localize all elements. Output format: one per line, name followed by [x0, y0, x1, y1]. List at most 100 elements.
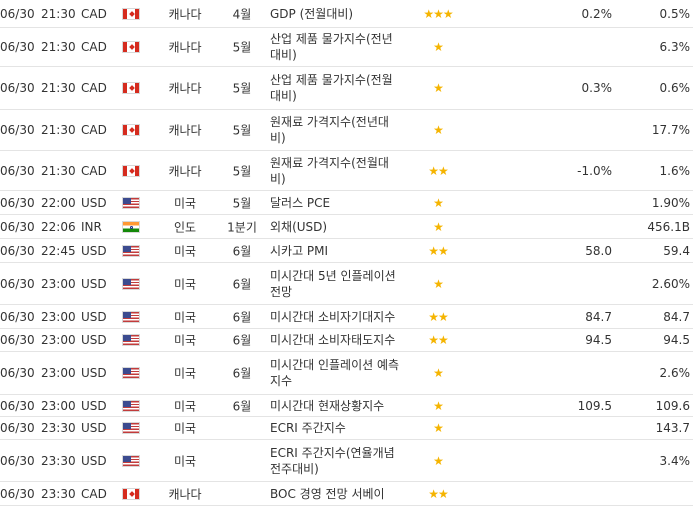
period-cell: 6월: [232, 244, 252, 258]
table-row[interactable]: 06/30 23:00 USD 미국 6월 미시간대 5년 인플레이션 전망 ★ 2.60%: [0, 263, 693, 305]
actual-value-cell: 6.3%: [659, 40, 691, 54]
date-cell: 06/30: [0, 123, 35, 137]
importance-stars: ★★: [428, 486, 449, 501]
date-cell: 06/30: [0, 243, 35, 258]
event-name-cell[interactable]: ECRI 주간지수(연율개념 전주대비): [270, 445, 402, 477]
table-row[interactable]: 06/30 21:30 CAD 캐나다 5월 원재료 가격지수(전년대비) ★ 17.7%: [0, 110, 693, 151]
importance-stars: ★★★: [423, 6, 453, 21]
previous-value-cell: 58.0: [585, 243, 612, 258]
flag-us-icon: [122, 454, 140, 467]
importance-stars: ★: [433, 81, 444, 95]
importance-stars: ★: [433, 453, 444, 468]
currency-cell: INR: [81, 219, 102, 234]
country-cell: 미국: [173, 333, 197, 348]
event-name-cell[interactable]: BOC 경영 전망 서베이: [270, 486, 402, 502]
flag-ca-icon: [122, 7, 140, 20]
importance-stars: ★: [433, 195, 444, 210]
event-name-cell[interactable]: 원재료 가격지수(전월대비): [270, 155, 402, 187]
country-cell: 캐나다: [168, 164, 202, 178]
actual-value-cell: 0.5%: [659, 6, 691, 21]
country-cell: 미국: [173, 196, 197, 210]
importance-stars: ★★: [428, 309, 449, 324]
time-cell: 23:00: [41, 333, 76, 347]
actual-value-cell: 2.60%: [651, 276, 690, 291]
event-name-cell[interactable]: 산업 제품 물가지수(전월대비): [270, 72, 402, 104]
event-name-cell[interactable]: 미시간대 5년 인플레이션 전망: [270, 268, 402, 300]
flag-ca-icon: [122, 82, 140, 94]
actual-value-cell: 1.90%: [651, 195, 690, 210]
date-cell: 06/30: [0, 453, 35, 468]
country-cell: 캐나다: [168, 7, 202, 21]
event-name-cell[interactable]: 미시간대 현재상황지수: [270, 398, 402, 414]
currency-cell: USD: [81, 453, 107, 468]
table-row[interactable]: 06/30 23:30 USD 미국 ECRI 주간지수(연율개념 전주대비) ★ 3.4%: [0, 440, 693, 482]
table-row[interactable]: 06/30 22:45 USD 미국 6월 시카고 PMI ★★ 58.0 59.4: [0, 239, 693, 263]
table-row[interactable]: 06/30 21:30 CAD 캐나다 5월 산업 제품 물가지수(전년대비) ★ 6.3%: [0, 28, 693, 67]
table-row[interactable]: 06/30 21:30 CAD 캐나다 4월 GDP (전월대비) ★★★ 0.2% 0.5%: [0, 0, 693, 28]
currency-cell: USD: [81, 421, 107, 435]
previous-value-cell: 84.7: [585, 309, 612, 324]
time-cell: 22:06: [41, 219, 76, 234]
currency-cell: CAD: [81, 163, 107, 178]
date-cell: 06/30: [0, 421, 35, 435]
table-row[interactable]: 06/30 23:30 USD 미국 ECRI 주간지수 ★ 143.7: [0, 417, 693, 440]
time-cell: 21:30: [41, 163, 76, 178]
flag-ca-icon: [122, 124, 140, 136]
event-name-cell[interactable]: 달러스 PCE: [270, 195, 402, 211]
currency-cell: USD: [81, 195, 107, 210]
importance-stars: ★: [433, 219, 444, 234]
flag-us-icon: [122, 399, 140, 412]
actual-value-cell: 109.6: [655, 398, 690, 413]
table-row[interactable]: 06/30 23:30 CAD 캐나다 BOC 경영 전망 서베이 ★★: [0, 482, 693, 506]
event-name-cell[interactable]: 미시간대 인플레이션 예측지수: [270, 357, 402, 389]
event-name-cell[interactable]: 미시간대 소비자기대지수: [270, 309, 402, 325]
currency-cell: CAD: [81, 6, 107, 21]
flag-ca-icon: [122, 487, 140, 500]
period-cell: 5월: [232, 123, 252, 138]
importance-stars: ★: [433, 40, 444, 54]
time-cell: 22:45: [41, 243, 76, 258]
currency-cell: CAD: [81, 81, 107, 95]
time-cell: 23:30: [41, 421, 76, 435]
flag-us-icon: [122, 196, 140, 209]
currency-cell: USD: [81, 276, 107, 291]
importance-stars: ★★: [428, 163, 449, 178]
table-row[interactable]: 06/30 23:00 USD 미국 6월 미시간대 소비자기대지수 ★★ 84.7 84.7: [0, 305, 693, 329]
event-name-cell[interactable]: ECRI 주간지수: [270, 420, 402, 436]
table-row[interactable]: 06/30 23:00 USD 미국 6월 미시간대 현재상황지수 ★ 109.5 109.6: [0, 395, 693, 417]
country-cell: 캐나다: [168, 81, 202, 96]
time-cell: 23:30: [41, 486, 76, 501]
event-name-cell[interactable]: 산업 제품 물가지수(전년대비): [270, 31, 402, 63]
event-name-cell[interactable]: GDP (전월대비): [270, 6, 402, 22]
country-cell: 캐나다: [168, 40, 202, 55]
table-row[interactable]: 06/30 21:30 CAD 캐나다 5월 원재료 가격지수(전월대비) ★★ -1.0% 1…: [0, 151, 693, 191]
country-cell: 미국: [173, 399, 197, 413]
time-cell: 21:30: [41, 6, 76, 21]
event-name-cell[interactable]: 원재료 가격지수(전년대비): [270, 114, 402, 146]
importance-stars: ★★: [428, 333, 449, 347]
previous-value-cell: 109.5: [577, 398, 612, 413]
actual-value-cell: 17.7%: [651, 123, 690, 137]
flag-in-icon: [122, 220, 140, 233]
time-cell: 21:30: [41, 40, 76, 54]
country-cell: 캐나다: [168, 487, 202, 501]
table-row[interactable]: 06/30 22:00 USD 미국 5월 달러스 PCE ★ 1.90%: [0, 191, 693, 215]
currency-cell: CAD: [81, 40, 107, 54]
period-cell: 6월: [232, 277, 252, 291]
event-name-cell[interactable]: 미시간대 소비자태도지수: [270, 332, 402, 348]
event-name-cell[interactable]: 외채(USD): [270, 219, 402, 235]
table-row[interactable]: 06/30 22:06 INR 인도 1분기 외채(USD) ★ 456.1B: [0, 215, 693, 239]
country-cell: 미국: [173, 244, 197, 258]
table-row[interactable]: 06/30 23:00 USD 미국 6월 미시간대 인플레이션 예측지수 ★ 2.6%: [0, 352, 693, 395]
table-row[interactable]: 06/30 23:00 USD 미국 6월 미시간대 소비자태도지수 ★★ 94.5 94.5: [0, 329, 693, 352]
table-row[interactable]: 06/30 21:30 CAD 캐나다 5월 산업 제품 물가지수(전월대비) ★ 0.3% 0…: [0, 67, 693, 110]
previous-value-cell: 0.2%: [581, 6, 613, 21]
actual-value-cell: 84.7: [663, 309, 690, 324]
country-cell: 미국: [173, 421, 197, 436]
period-cell: 5월: [232, 164, 252, 178]
flag-us-icon: [122, 277, 140, 290]
event-name-cell[interactable]: 시카고 PMI: [270, 243, 402, 259]
previous-value-cell: -1.0%: [577, 163, 612, 178]
time-cell: 23:00: [41, 366, 76, 380]
country-cell: 미국: [173, 366, 197, 381]
